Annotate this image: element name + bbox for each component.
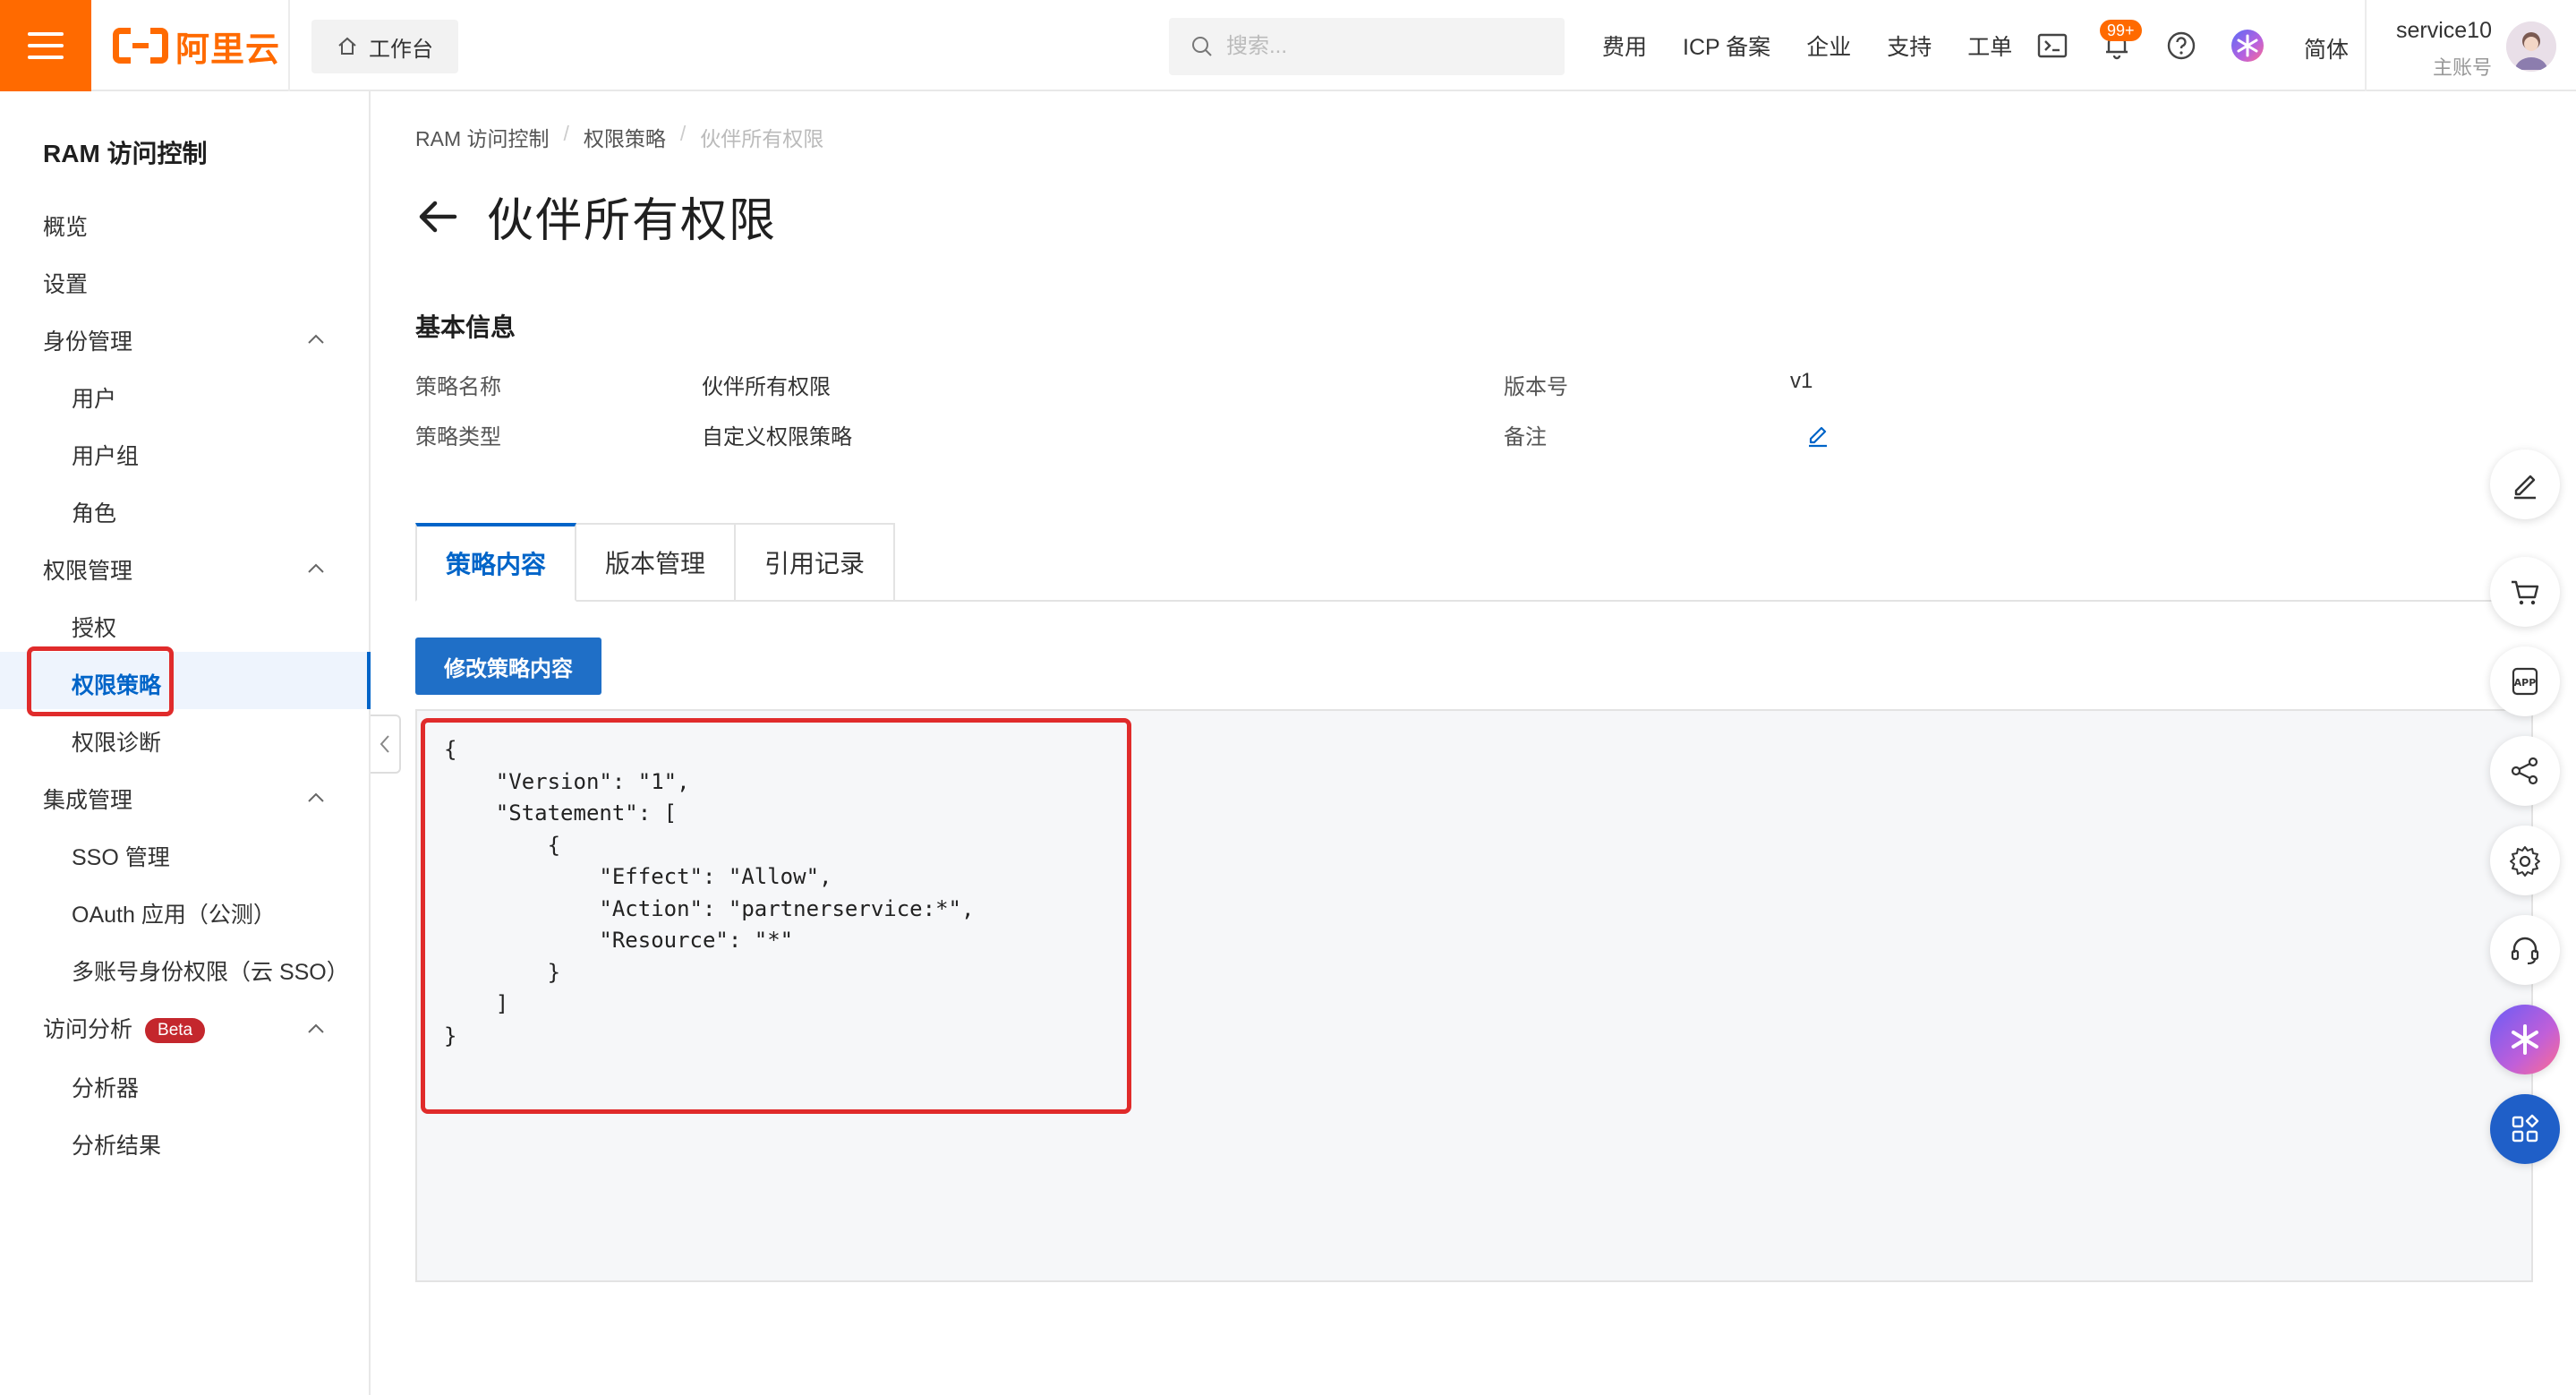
policy-type-label: 策略类型 <box>415 425 501 449</box>
nav-ticket[interactable]: 工单 <box>1967 30 2012 62</box>
logo-text: 阿里云 <box>175 30 281 69</box>
settings-icon[interactable] <box>2490 826 2560 895</box>
edit-note-icon[interactable] <box>1804 421 1831 448</box>
breadcrumb: RAM 访问控制 / 权限策略 / 伙伴所有权限 <box>415 122 823 152</box>
sidebar-item-oauth[interactable]: OAuth 应用（公测） <box>72 897 276 929</box>
sidebar-item-overview[interactable]: 概览 <box>43 210 88 242</box>
breadcrumb-separator: / <box>679 122 687 145</box>
avatar[interactable] <box>2506 21 2556 72</box>
ai-assistant-icon[interactable] <box>2490 1005 2560 1074</box>
ai-assistant-icon[interactable] <box>2231 29 2265 63</box>
sidebar-item-cloud-sso[interactable]: 多账号身份权限（云 SSO） <box>72 954 349 987</box>
language-switch[interactable]: 简体 <box>2304 32 2349 64</box>
section-title: 基本信息 <box>415 313 516 341</box>
divider <box>288 0 290 91</box>
sidebar-item-diagnostics[interactable]: 权限诊断 <box>72 725 161 757</box>
workbench-label: 工作台 <box>369 37 433 62</box>
chevron-up-icon[interactable] <box>304 328 328 351</box>
share-icon[interactable] <box>2490 736 2560 806</box>
search-icon <box>1192 37 1212 56</box>
policy-type-value: 自定义权限策略 <box>702 425 852 449</box>
breadcrumb-item-ram[interactable]: RAM 访问控制 <box>415 122 550 152</box>
version-label: 版本号 <box>1504 375 1568 399</box>
nav-cost[interactable]: 费用 <box>1602 30 1647 62</box>
tab-bar: 策略内容 版本管理 引用记录 <box>415 523 895 602</box>
nav-support[interactable]: 支持 <box>1887 30 1932 62</box>
highlight-box-code <box>421 718 1131 1114</box>
user-name[interactable]: service10 <box>2395 18 2492 44</box>
search-input[interactable] <box>1226 34 1548 59</box>
back-arrow-icon[interactable] <box>415 194 460 239</box>
policy-name-value: 伙伴所有权限 <box>702 375 831 399</box>
chevron-up-icon[interactable] <box>304 1017 328 1040</box>
sidebar-title: RAM 访问控制 <box>43 140 208 167</box>
tab-policy-content[interactable]: 策略内容 <box>415 523 576 602</box>
breadcrumb-separator: / <box>563 122 569 145</box>
sidebar-active-indicator <box>367 652 371 709</box>
tab-divider-line <box>895 600 2533 602</box>
sidebar-group-access-analysis[interactable]: 访问分析 Beta <box>43 1012 206 1044</box>
highlight-box-sidebar <box>27 646 174 716</box>
tab-reference-records[interactable]: 引用记录 <box>736 523 895 602</box>
search-box[interactable] <box>1169 18 1565 75</box>
top-bar: 阿里云 工作台 费用 ICP 备案 企业 支持 工单 99+ 简体 servic… <box>0 0 2576 91</box>
edit-icon[interactable] <box>2490 449 2560 519</box>
sidebar-group-access-analysis-label: 访问分析 <box>43 1017 133 1042</box>
sidebar-item-roles[interactable]: 角色 <box>72 496 116 528</box>
nav-enterprise[interactable]: 企业 <box>1806 30 1851 62</box>
header-nav: 费用 ICP 备案 企业 支持 工单 <box>1602 0 2048 91</box>
home-icon <box>338 37 356 55</box>
sidebar-group-identity[interactable]: 身份管理 <box>43 324 132 356</box>
sidebar-item-user-groups[interactable]: 用户组 <box>72 439 139 471</box>
edit-policy-button[interactable]: 修改策略内容 <box>415 638 601 695</box>
chevron-up-icon[interactable] <box>304 786 328 809</box>
aliyun-logo-mark <box>113 28 168 64</box>
page-title: 伙伴所有权限 <box>487 195 778 247</box>
app-icon[interactable]: APP <box>2490 646 2560 716</box>
sidebar-item-settings[interactable]: 设置 <box>43 267 88 299</box>
terminal-icon[interactable] <box>2035 29 2069 63</box>
page-header: 伙伴所有权限 <box>415 183 777 250</box>
sidebar: RAM 访问控制 概览 设置 身份管理 用户 用户组 角色 权限管理 授权 权限… <box>0 91 371 1395</box>
breadcrumb-item-policies[interactable]: 权限策略 <box>584 122 666 152</box>
svg-text:APP: APP <box>2514 677 2537 689</box>
menu-icon[interactable] <box>0 0 91 91</box>
version-value: v1 <box>1790 369 1813 393</box>
sidebar-item-sso[interactable]: SSO 管理 <box>72 840 170 872</box>
sidebar-group-integration[interactable]: 集成管理 <box>43 783 132 815</box>
cart-icon[interactable] <box>2490 557 2560 627</box>
notification-badge: 99+ <box>2100 20 2142 41</box>
chevron-up-icon[interactable] <box>304 557 328 580</box>
policy-name-label: 策略名称 <box>415 375 501 399</box>
sidebar-item-analysis-results[interactable]: 分析结果 <box>72 1128 161 1160</box>
headset-icon[interactable] <box>2490 915 2560 985</box>
nav-icp[interactable]: ICP 备案 <box>1683 30 1770 62</box>
workbench-button[interactable]: 工作台 <box>311 20 458 73</box>
note-label: 备注 <box>1504 425 1547 449</box>
user-role: 主账号 <box>2432 56 2492 79</box>
divider <box>2365 0 2367 91</box>
tab-version-management[interactable]: 版本管理 <box>576 523 736 602</box>
help-icon[interactable] <box>2164 29 2198 63</box>
aliyun-logo[interactable]: 阿里云 <box>113 27 280 69</box>
sidebar-item-users[interactable]: 用户 <box>72 381 116 414</box>
sidebar-item-grants[interactable]: 授权 <box>72 611 116 643</box>
sidebar-group-permissions[interactable]: 权限管理 <box>43 553 132 586</box>
beta-badge: Beta <box>145 1018 206 1044</box>
sidebar-item-analyzer[interactable]: 分析器 <box>72 1071 139 1103</box>
breadcrumb-item-current: 伙伴所有权限 <box>700 127 824 150</box>
apps-grid-icon[interactable] <box>2490 1094 2560 1164</box>
sidebar-collapse-button[interactable] <box>371 715 401 774</box>
chevron-left-icon <box>380 735 389 753</box>
